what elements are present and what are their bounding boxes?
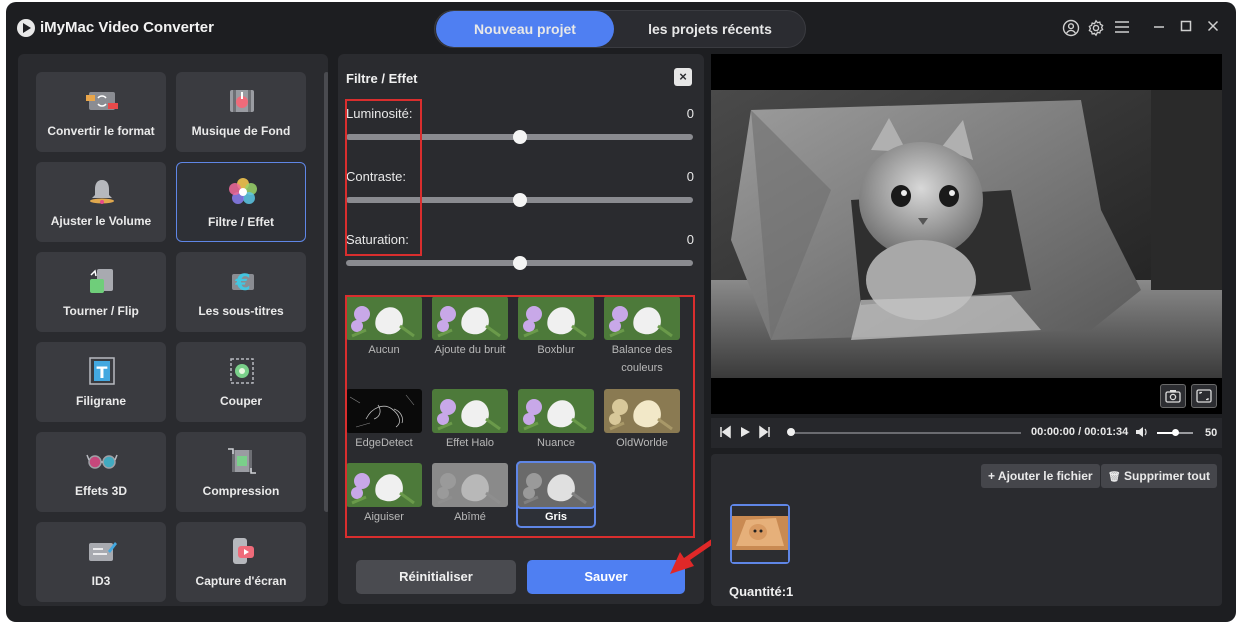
- tab-recent-projects[interactable]: les projets récents: [617, 11, 803, 47]
- svg-text:T: T: [97, 363, 108, 382]
- timeline-track[interactable]: [789, 432, 1021, 434]
- panel-title: Filtre / Effet: [346, 71, 418, 86]
- tool-label: Effets 3D: [74, 484, 127, 498]
- tool-screen-capture[interactable]: Capture d'écran: [176, 522, 306, 602]
- tools-scrollbar[interactable]: [324, 72, 328, 512]
- tool-label: Ajuster le Volume: [50, 214, 152, 228]
- tool-label: Tourner / Flip: [63, 304, 139, 318]
- volume-bell-icon: [90, 180, 114, 204]
- tool-label: ID3: [91, 574, 111, 588]
- maximize-icon[interactable]: [1177, 19, 1195, 37]
- delete-all-label: Supprimer tout: [1124, 469, 1211, 483]
- delete-all-button[interactable]: 🗑 Supprimer tout: [1101, 464, 1218, 488]
- volume-slider[interactable]: [1157, 429, 1193, 436]
- fullscreen-icon: [1196, 389, 1212, 403]
- preview-image: [711, 90, 1222, 378]
- timeline-thumb[interactable]: [787, 428, 795, 436]
- panel-close-button[interactable]: ×: [674, 68, 692, 86]
- project-tabs: Nouveau projet les projets récents: [434, 10, 806, 48]
- filter-effect-icon: [229, 178, 257, 204]
- highlight-box-filters: [345, 295, 695, 538]
- tool-background-music[interactable]: Musique de Fond: [176, 72, 306, 152]
- add-file-button[interactable]: + Ajouter le fichier: [981, 464, 1100, 488]
- tool-label: Filigrane: [75, 394, 126, 408]
- screen-capture-icon: [233, 538, 254, 564]
- snapshot-button[interactable]: [1160, 384, 1186, 408]
- file-list-panel: + Ajouter le fichier 🗑 Supprimer tout Qu…: [711, 454, 1222, 606]
- slider-thumb[interactable]: [512, 130, 527, 144]
- filter-effect-panel: Filtre / Effet × Luminosité: 0 Contraste…: [338, 54, 704, 604]
- fullscreen-button[interactable]: [1191, 384, 1217, 408]
- app-title: iMyMac Video Converter: [40, 19, 214, 36]
- trash-icon: 🗑: [1108, 472, 1121, 483]
- tool-label: Convertir le format: [47, 124, 155, 138]
- skip-forward-icon[interactable]: [759, 425, 771, 439]
- file-thumbnail[interactable]: [730, 504, 790, 564]
- crop-icon: [230, 358, 254, 384]
- tool-compression[interactable]: Compression: [176, 432, 306, 512]
- skip-back-icon[interactable]: [719, 425, 731, 439]
- playback-time: 00:00:00 / 00:01:34: [1031, 426, 1129, 438]
- contrast-value: 0: [686, 169, 694, 184]
- file-thumbnail-image: [732, 506, 788, 562]
- tool-subtitles[interactable]: € Les sous-titres: [176, 252, 306, 332]
- camera-icon: [1165, 390, 1181, 403]
- gear-icon[interactable]: [1087, 19, 1105, 37]
- 3d-glasses-icon: [86, 454, 118, 469]
- slider-thumb[interactable]: [512, 256, 527, 270]
- tool-3d-effects[interactable]: Effets 3D: [36, 432, 166, 512]
- user-icon[interactable]: [1062, 19, 1080, 37]
- tool-adjust-volume[interactable]: Ajuster le Volume: [36, 162, 166, 242]
- save-button[interactable]: Sauver: [527, 560, 685, 594]
- highlight-box-sliders: [345, 99, 422, 256]
- app-logo-icon: [17, 19, 35, 37]
- tool-label: Couper: [220, 394, 262, 408]
- file-quantity: Quantité:1: [729, 584, 794, 599]
- id3-tag-icon: [89, 542, 117, 561]
- svg-text:€: €: [234, 271, 250, 296]
- subtitles-icon: €: [232, 271, 254, 296]
- app-window: iMyMac Video Converter Nouveau projet le…: [6, 2, 1236, 622]
- saturation-value: 0: [686, 232, 694, 247]
- tool-label: Musique de Fond: [191, 124, 291, 138]
- volume-thumb[interactable]: [1172, 429, 1179, 436]
- player-controls: 00:00:00 / 00:01:34 50: [711, 418, 1222, 448]
- tool-filter-effect[interactable]: Filtre / Effet: [176, 162, 306, 242]
- tool-convert-format[interactable]: Convertir le format: [36, 72, 166, 152]
- compression-icon: [228, 448, 256, 474]
- play-icon[interactable]: [739, 425, 751, 439]
- tab-new-project[interactable]: Nouveau projet: [436, 11, 614, 47]
- tool-label: Filtre / Effet: [207, 215, 274, 229]
- slider-thumb[interactable]: [512, 193, 527, 207]
- saturation-slider[interactable]: [346, 256, 693, 270]
- tool-id3[interactable]: ID3: [36, 522, 166, 602]
- volume-value: 50: [1205, 427, 1218, 439]
- reset-button[interactable]: Réinitialiser: [356, 560, 516, 594]
- brightness-value: 0: [686, 106, 694, 121]
- tool-label: Les sous-titres: [198, 304, 284, 318]
- tools-panel: Convertir le format Musique de Fond Ajus…: [18, 54, 328, 606]
- tool-label: Capture d'écran: [195, 574, 287, 588]
- watermark-icon: T: [89, 357, 115, 385]
- convert-format-icon: [86, 92, 118, 110]
- rotate-flip-icon: [90, 269, 113, 293]
- tool-crop[interactable]: Couper: [176, 342, 306, 422]
- tool-label: Compression: [202, 484, 280, 498]
- close-icon[interactable]: [1204, 19, 1222, 37]
- minimize-icon[interactable]: [1150, 19, 1168, 37]
- tool-watermark[interactable]: T Filigrane: [36, 342, 166, 422]
- volume-icon[interactable]: [1135, 425, 1149, 439]
- video-preview: [711, 54, 1222, 414]
- menu-icon[interactable]: [1113, 19, 1131, 37]
- background-music-icon: [230, 90, 254, 112]
- tool-rotate-flip[interactable]: Tourner / Flip: [36, 252, 166, 332]
